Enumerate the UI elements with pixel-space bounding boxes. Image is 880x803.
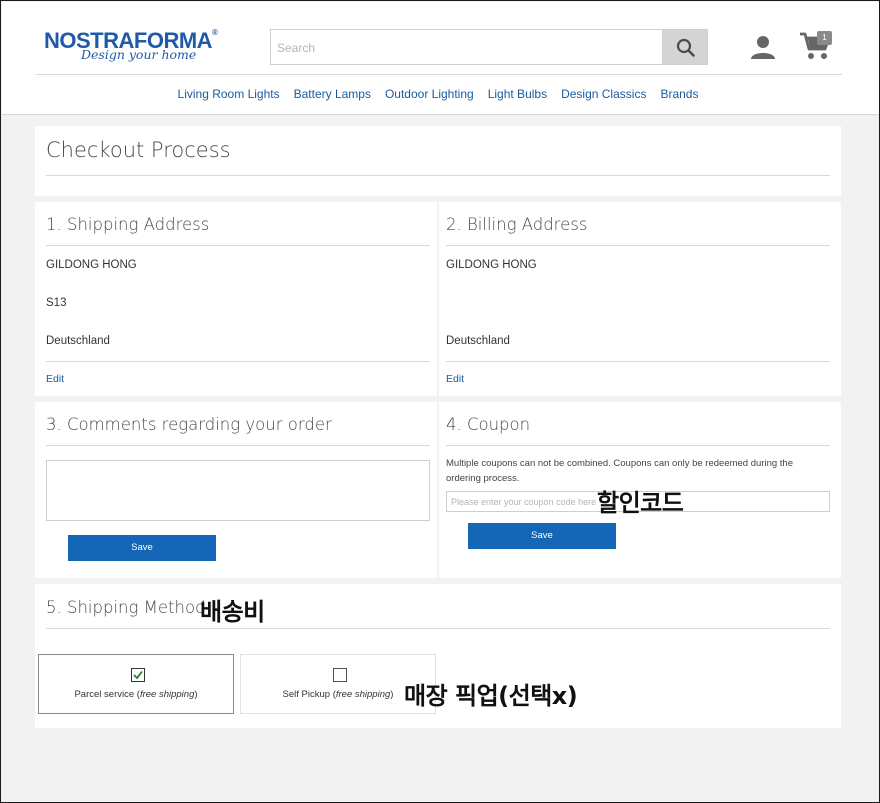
site-header: NOSTRAFORMA® Design your home 1 Living R… xyxy=(2,2,879,115)
comments-divider xyxy=(46,445,430,446)
shipping-edit-link[interactable]: Edit xyxy=(46,373,64,385)
nav-item-light-bulbs[interactable]: Light Bulbs xyxy=(488,87,547,105)
logo-trademark: ® xyxy=(212,28,218,37)
nav-item-outdoor-lighting[interactable]: Outdoor Lighting xyxy=(385,87,474,105)
shipping-method-title: 5. Shipping Method xyxy=(46,598,206,617)
billing-name: GILDONG HONG xyxy=(446,259,537,271)
nav-item-brands[interactable]: Brands xyxy=(660,87,698,105)
search-icon xyxy=(676,38,695,57)
shipping-address-divider xyxy=(46,245,430,246)
parcel-service-checkbox[interactable] xyxy=(131,668,145,682)
shipping-option-parcel-service[interactable]: Parcel service (free shipping) xyxy=(38,654,234,714)
search-box xyxy=(270,29,664,65)
user-icon[interactable] xyxy=(750,34,776,60)
self-pickup-checkbox[interactable] xyxy=(333,668,347,682)
header-divider xyxy=(36,74,842,75)
shipping-address-line: S13 xyxy=(46,297,67,309)
shipping-address-bottom-divider xyxy=(46,361,430,362)
main-nav: Living Room Lights Battery Lamps Outdoor… xyxy=(2,87,879,105)
billing-address-title: 2. Billing Address xyxy=(446,215,588,234)
nav-item-living-room-lights[interactable]: Living Room Lights xyxy=(178,87,280,105)
comments-textarea[interactable] xyxy=(46,460,430,521)
billing-address-bottom-divider xyxy=(446,361,830,362)
comments-save-button[interactable]: Save xyxy=(68,535,216,561)
parcel-service-label: Parcel service xyxy=(74,689,135,700)
parcel-service-note: free shipping xyxy=(139,689,195,700)
nav-item-design-classics[interactable]: Design Classics xyxy=(561,87,646,105)
annotation-coupon-code: 할인코드 xyxy=(597,489,684,517)
cart-count-badge: 1 xyxy=(817,31,832,45)
billing-country: Deutschland xyxy=(446,335,510,347)
search-input[interactable] xyxy=(277,39,657,57)
shipping-name: GILDONG HONG xyxy=(46,259,137,271)
search-button[interactable] xyxy=(662,29,708,65)
shipping-country: Deutschland xyxy=(46,335,110,347)
page-title: Checkout Process xyxy=(46,138,231,162)
comments-title: 3. Comments regarding your order xyxy=(46,415,332,434)
coupon-title: 4. Coupon xyxy=(446,415,531,434)
coupon-save-button[interactable]: Save xyxy=(468,523,616,549)
checkmark-icon xyxy=(133,670,143,680)
billing-address-divider xyxy=(446,245,830,246)
shipping-method-divider xyxy=(46,628,830,629)
title-divider xyxy=(46,175,830,176)
annotation-shipping-fee: 배송비 xyxy=(200,598,265,626)
logo-tagline: Design your home xyxy=(81,47,197,62)
self-pickup-note: free shipping xyxy=(335,689,391,700)
site-logo[interactable]: NOSTRAFORMA® Design your home xyxy=(44,28,218,68)
nav-item-battery-lamps[interactable]: Battery Lamps xyxy=(294,87,371,105)
annotation-store-pickup: 매장 픽업(선택x) xyxy=(404,682,578,710)
billing-edit-link[interactable]: Edit xyxy=(446,373,464,385)
shipping-address-title: 1. Shipping Address xyxy=(46,215,210,234)
page-frame: NOSTRAFORMA® Design your home 1 Living R… xyxy=(0,0,880,803)
coupon-divider xyxy=(446,445,830,446)
self-pickup-label: Self Pickup xyxy=(282,689,331,700)
coupon-note: Multiple coupons can not be combined. Co… xyxy=(446,458,793,484)
